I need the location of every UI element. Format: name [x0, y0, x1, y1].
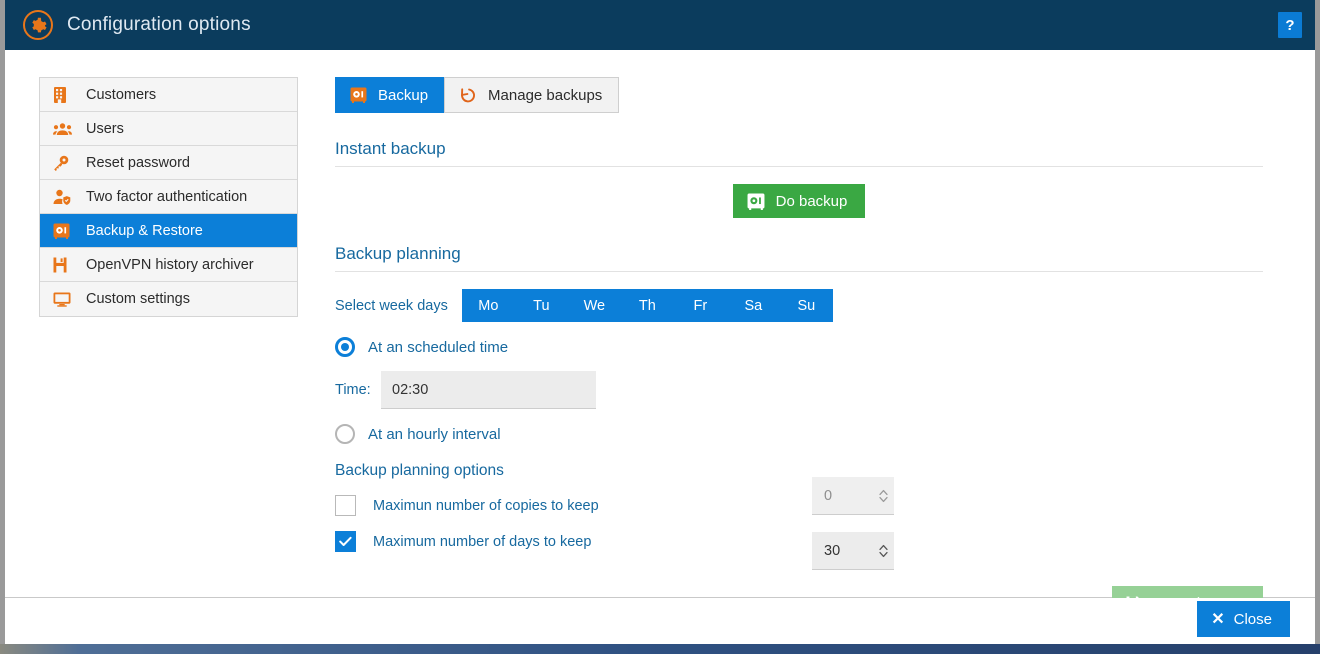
floppy-icon: [53, 256, 75, 274]
max-days-row: Maximum number of days to keep: [335, 531, 1270, 552]
dialog-title: Configuration options: [67, 14, 251, 35]
help-button[interactable]: ?: [1278, 12, 1302, 38]
background-page-band: [0, 644, 1320, 654]
sidebar-item-reset-password[interactable]: Reset password: [40, 146, 297, 180]
weekday-th[interactable]: Th: [621, 289, 674, 322]
settings-sidebar: Customers Users Reset password Two facto…: [39, 77, 298, 317]
sidebar-item-label: Custom settings: [86, 291, 190, 307]
tab-backup[interactable]: Backup: [335, 77, 446, 113]
checkbox-max-copies[interactable]: [335, 495, 356, 516]
weekdays-label: Select week days: [335, 297, 448, 314]
max-copies-value: 0: [824, 487, 833, 504]
sidebar-item-label: Users: [86, 120, 124, 137]
sidebar-item-label: Customers: [86, 86, 157, 103]
dialog-footer: ✕ Close: [5, 598, 1315, 643]
sidebar-item-backup-restore[interactable]: Backup & Restore: [40, 214, 297, 248]
users-icon: [53, 120, 75, 138]
weekday-selector: Mo Tu We Th Fr Sa Su: [461, 289, 833, 322]
configuration-options-dialog: Configuration options ? Customers Users …: [0, 0, 1320, 644]
scheduled-time-row: At an scheduled time: [335, 337, 1270, 357]
max-copies-row: Maximun number of copies to keep: [335, 495, 1270, 516]
hourly-interval-row: At an hourly interval: [335, 424, 1270, 444]
max-days-stepper[interactable]: 30: [812, 532, 894, 570]
sidebar-item-custom-settings[interactable]: Custom settings: [40, 282, 297, 316]
restore-arrow-icon: [459, 86, 477, 104]
dialog-body: Customers Users Reset password Two facto…: [5, 50, 1315, 620]
radio-scheduled-time[interactable]: [335, 337, 355, 357]
sidebar-item-two-factor-authentication[interactable]: Two factor authentication: [40, 180, 297, 214]
close-label: Close: [1233, 610, 1272, 628]
gear-icon: [23, 10, 53, 40]
radio-scheduled-time-label: At an scheduled time: [368, 338, 509, 356]
time-row: Time:: [335, 371, 1270, 409]
checkbox-max-days[interactable]: [335, 531, 356, 552]
user-shield-icon: [53, 188, 75, 206]
sidebar-item-label: Two factor authentication: [86, 188, 248, 205]
radio-hourly-interval[interactable]: [335, 424, 355, 444]
sidebar-item-label: OpenVPN history archiver: [86, 256, 254, 273]
do-backup-button[interactable]: Do backup: [732, 184, 866, 218]
close-button[interactable]: ✕ Close: [1197, 601, 1290, 637]
max-days-value: 30: [824, 542, 841, 559]
do-backup-label: Do backup: [775, 192, 848, 210]
backup-tabs: Backup Manage backups: [335, 77, 1270, 113]
sidebar-item-users[interactable]: Users: [40, 112, 297, 146]
radio-hourly-interval-label: At an hourly interval: [368, 425, 501, 443]
key-icon: [53, 154, 75, 172]
tab-label: Manage backups: [488, 86, 603, 104]
monitor-icon: [53, 290, 75, 308]
stepper-arrows-icon[interactable]: [872, 488, 894, 504]
tab-label: Backup: [378, 86, 429, 104]
sidebar-item-label: Reset password: [86, 154, 190, 171]
time-label: Time:: [335, 382, 371, 398]
weekday-fr[interactable]: Fr: [674, 289, 727, 322]
instant-backup-heading: Instant backup: [335, 139, 1263, 167]
weekday-sa[interactable]: Sa: [727, 289, 780, 322]
safe-icon: [53, 222, 75, 240]
planning-options-heading: Backup planning options: [335, 462, 504, 479]
weekday-tu[interactable]: Tu: [515, 289, 568, 322]
sidebar-item-openvpn-history-archiver[interactable]: OpenVPN history archiver: [40, 248, 297, 282]
tab-manage-backups[interactable]: Manage backups: [444, 77, 620, 113]
backup-planning-heading: Backup planning: [335, 244, 1263, 272]
max-copies-stepper[interactable]: 0: [812, 477, 894, 515]
do-backup-row: Do backup: [335, 184, 1263, 218]
weekday-mo[interactable]: Mo: [462, 289, 515, 322]
weekday-we[interactable]: We: [568, 289, 621, 322]
weekday-su[interactable]: Su: [780, 289, 833, 322]
backup-pane: Backup Manage backups Instant backup Do …: [335, 77, 1270, 620]
max-copies-label: Maximun number of copies to keep: [373, 497, 599, 514]
max-days-label: Maximum number of days to keep: [373, 533, 592, 550]
dialog-titlebar: Configuration options ?: [5, 0, 1315, 50]
stepper-arrows-icon[interactable]: [872, 543, 894, 559]
weekdays-row: Select week days Mo Tu We Th Fr Sa Su: [335, 289, 1270, 322]
sidebar-item-customers[interactable]: Customers: [40, 78, 297, 112]
building-icon: [53, 86, 75, 104]
safe-icon: [747, 193, 765, 210]
close-x-icon: ✕: [1211, 611, 1225, 628]
safe-icon: [350, 87, 367, 103]
sidebar-item-label: Backup & Restore: [86, 222, 203, 239]
time-input[interactable]: [381, 371, 596, 409]
